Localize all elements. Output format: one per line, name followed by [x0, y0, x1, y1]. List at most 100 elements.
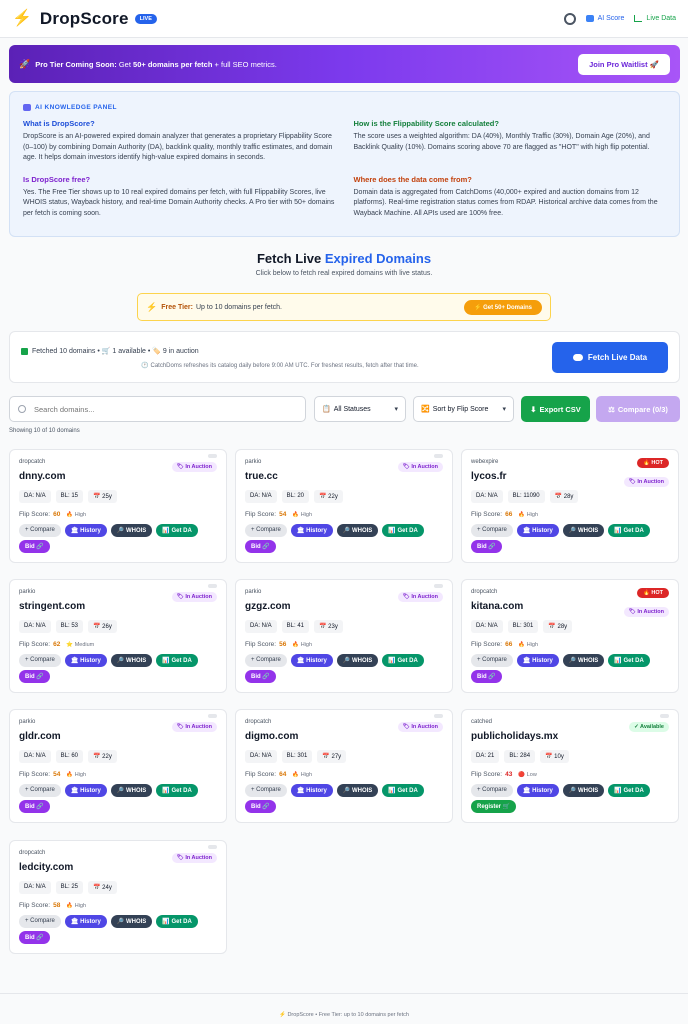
card-menu-icon[interactable] [208, 714, 217, 718]
compare-toggle-button[interactable]: + Compare [245, 654, 287, 667]
get-da-button[interactable]: 📊 Get DA [382, 654, 424, 667]
domain-name[interactable]: gldr.com [19, 731, 217, 742]
join-waitlist-button[interactable]: Join Pro Waitlist 🚀 [578, 53, 670, 75]
get-da-button[interactable]: 📊 Get DA [382, 524, 424, 537]
whois-button[interactable]: 🔎 WHOIS [562, 524, 605, 537]
domain-name[interactable]: gzgz.com [245, 601, 443, 612]
compare-toggle-button[interactable]: + Compare [471, 654, 513, 667]
get-da-button[interactable]: 📊 Get DA [156, 784, 198, 797]
status-filter-value: All Statuses [333, 405, 371, 413]
flip-score-label: Flip Score: [471, 641, 503, 648]
age-value: 10y [554, 754, 564, 760]
level-icon: 🔥 [66, 771, 75, 778]
compare-toggle-button[interactable]: + Compare [245, 784, 287, 797]
domain-name[interactable]: digmo.com [245, 731, 443, 742]
live-data-link[interactable]: Live Data [634, 15, 676, 22]
get-da-button[interactable]: 📊 Get DA [382, 784, 424, 797]
history-button[interactable]: 🏛 History [516, 654, 559, 667]
register-button[interactable]: Register 🛒 [471, 800, 517, 813]
card-menu-icon[interactable] [208, 584, 217, 588]
domain-card[interactable]: parkio gldr.com 🏷 In Auction DA: N/A BL: 60 📅… [9, 709, 227, 823]
get-da-button[interactable]: 📊 Get DA [608, 784, 650, 797]
whois-button[interactable]: 🔎 WHOIS [110, 784, 153, 797]
compare-toggle-button[interactable]: + Compare [471, 784, 513, 797]
bid-button[interactable]: Bid 🔗 [245, 670, 276, 683]
whois-button[interactable]: 🔎 WHOIS [110, 654, 153, 667]
calendar-icon: 📅 [319, 624, 329, 630]
compare-button[interactable]: ⚖ Compare (0/3) [596, 396, 680, 422]
history-button[interactable]: 🏛 History [516, 524, 559, 537]
faq-answer: Domain data is aggregated from CatchDoms… [353, 188, 658, 217]
ai-score-link[interactable]: AI Score [585, 15, 624, 22]
domain-card[interactable]: parkio gzgz.com 🏷 In Auction DA: N/A BL: 41 📅… [235, 579, 453, 693]
compare-toggle-button[interactable]: + Compare [19, 654, 61, 667]
bid-button[interactable]: Bid 🔗 [19, 540, 50, 553]
card-menu-icon[interactable] [660, 714, 669, 718]
compare-toggle-button[interactable]: + Compare [471, 524, 513, 537]
compare-toggle-button[interactable]: + Compare [19, 524, 61, 537]
get-da-button[interactable]: 📊 Get DA [156, 654, 198, 667]
whois-button[interactable]: 🔎 WHOIS [336, 654, 379, 667]
bid-button[interactable]: Bid 🔗 [19, 800, 50, 813]
history-button[interactable]: 🏛 History [64, 915, 107, 928]
whois-button[interactable]: 🔎 WHOIS [110, 524, 153, 537]
domain-name[interactable]: ledcity.com [19, 862, 217, 873]
card-menu-icon[interactable] [434, 584, 443, 588]
get-da-button[interactable]: 📊 Get DA [608, 654, 650, 667]
domain-name[interactable]: dnny.com [19, 471, 217, 482]
whois-button[interactable]: 🔎 WHOIS [562, 654, 605, 667]
compare-toggle-button[interactable]: + Compare [19, 784, 61, 797]
export-csv-button[interactable]: ⬇ Export CSV [521, 396, 590, 422]
domain-name[interactable]: true.cc [245, 471, 443, 482]
search-box[interactable] [9, 396, 306, 422]
bid-button[interactable]: Bid 🔗 [471, 540, 502, 553]
fetch-live-data-button[interactable]: Fetch Live Data [552, 342, 668, 373]
history-button[interactable]: 🏛 History [290, 524, 333, 537]
card-menu-icon[interactable] [208, 845, 217, 849]
compare-toggle-button[interactable]: + Compare [245, 524, 287, 537]
chevron-down-icon: ▾ [502, 406, 506, 413]
domain-card[interactable]: 🔥 HOT dropcatch kitana.com 🏷 In Auction DA: … [461, 579, 679, 693]
compare-toggle-button[interactable]: + Compare [19, 915, 61, 928]
logo-text[interactable]: DropScore [40, 9, 129, 29]
get-da-button[interactable]: 📊 Get DA [156, 915, 198, 928]
history-button[interactable]: 🏛 History [64, 654, 107, 667]
history-button[interactable]: 🏛 History [64, 784, 107, 797]
whois-button[interactable]: 🔎 WHOIS [110, 915, 153, 928]
whois-button[interactable]: 🔎 WHOIS [562, 784, 605, 797]
domain-card[interactable]: 🔥 HOT webexpire lycos.fr 🏷 In Auction DA: N/… [461, 449, 679, 563]
whois-button[interactable]: 🔎 WHOIS [336, 784, 379, 797]
get-more-domains-button[interactable]: ⚡ Get 50+ Domains [464, 299, 542, 315]
get-da-button[interactable]: 📊 Get DA [156, 524, 198, 537]
search-input[interactable] [34, 404, 284, 414]
score-level: 🔴 Low [518, 772, 536, 778]
domain-card[interactable]: parkio stringent.com 🏷 In Auction DA: N/A BL… [9, 579, 227, 693]
get-da-button[interactable]: 📊 Get DA [608, 524, 650, 537]
domain-card[interactable]: catched publicholidays.mx ✓ Available DA: 2… [461, 709, 679, 823]
domain-name[interactable]: publicholidays.mx [471, 731, 669, 742]
age-metric: 📅 22y [88, 750, 117, 763]
history-button[interactable]: 🏛 History [290, 654, 333, 667]
domain-name[interactable]: stringent.com [19, 601, 217, 612]
bid-button[interactable]: Bid 🔗 [19, 931, 50, 944]
bid-button[interactable]: Bid 🔗 [245, 800, 276, 813]
whois-button[interactable]: 🔎 WHOIS [336, 524, 379, 537]
history-button[interactable]: 🏛 History [290, 784, 333, 797]
bid-button[interactable]: Bid 🔗 [19, 670, 50, 683]
card-menu-icon[interactable] [208, 454, 217, 458]
status-filter-select[interactable]: 📋 All Statuses ▾ [314, 396, 406, 422]
domain-card[interactable]: dropcatch dnny.com 🏷 In Auction DA: N/A BL: … [9, 449, 227, 563]
domain-card[interactable]: dropcatch digmo.com 🏷 In Auction DA: N/A BL:… [235, 709, 453, 823]
history-button[interactable]: 🏛 History [64, 524, 107, 537]
domain-card[interactable]: dropcatch ledcity.com 🏷 In Auction DA: N/A B… [9, 840, 227, 954]
card-menu-icon[interactable] [434, 714, 443, 718]
history-button[interactable]: 🏛 History [516, 784, 559, 797]
domain-card[interactable]: parkio true.cc 🏷 In Auction DA: N/A BL: 20 📅 … [235, 449, 453, 563]
export-csv-label: Export CSV [539, 404, 581, 414]
bid-button[interactable]: Bid 🔗 [471, 670, 502, 683]
sort-select[interactable]: 🔀 Sort by Flip Score ▾ [413, 396, 514, 422]
bid-button[interactable]: Bid 🔗 [245, 540, 276, 553]
gear-icon[interactable] [563, 12, 576, 25]
card-menu-icon[interactable] [434, 454, 443, 458]
da-metric: DA: 21 [471, 750, 500, 763]
